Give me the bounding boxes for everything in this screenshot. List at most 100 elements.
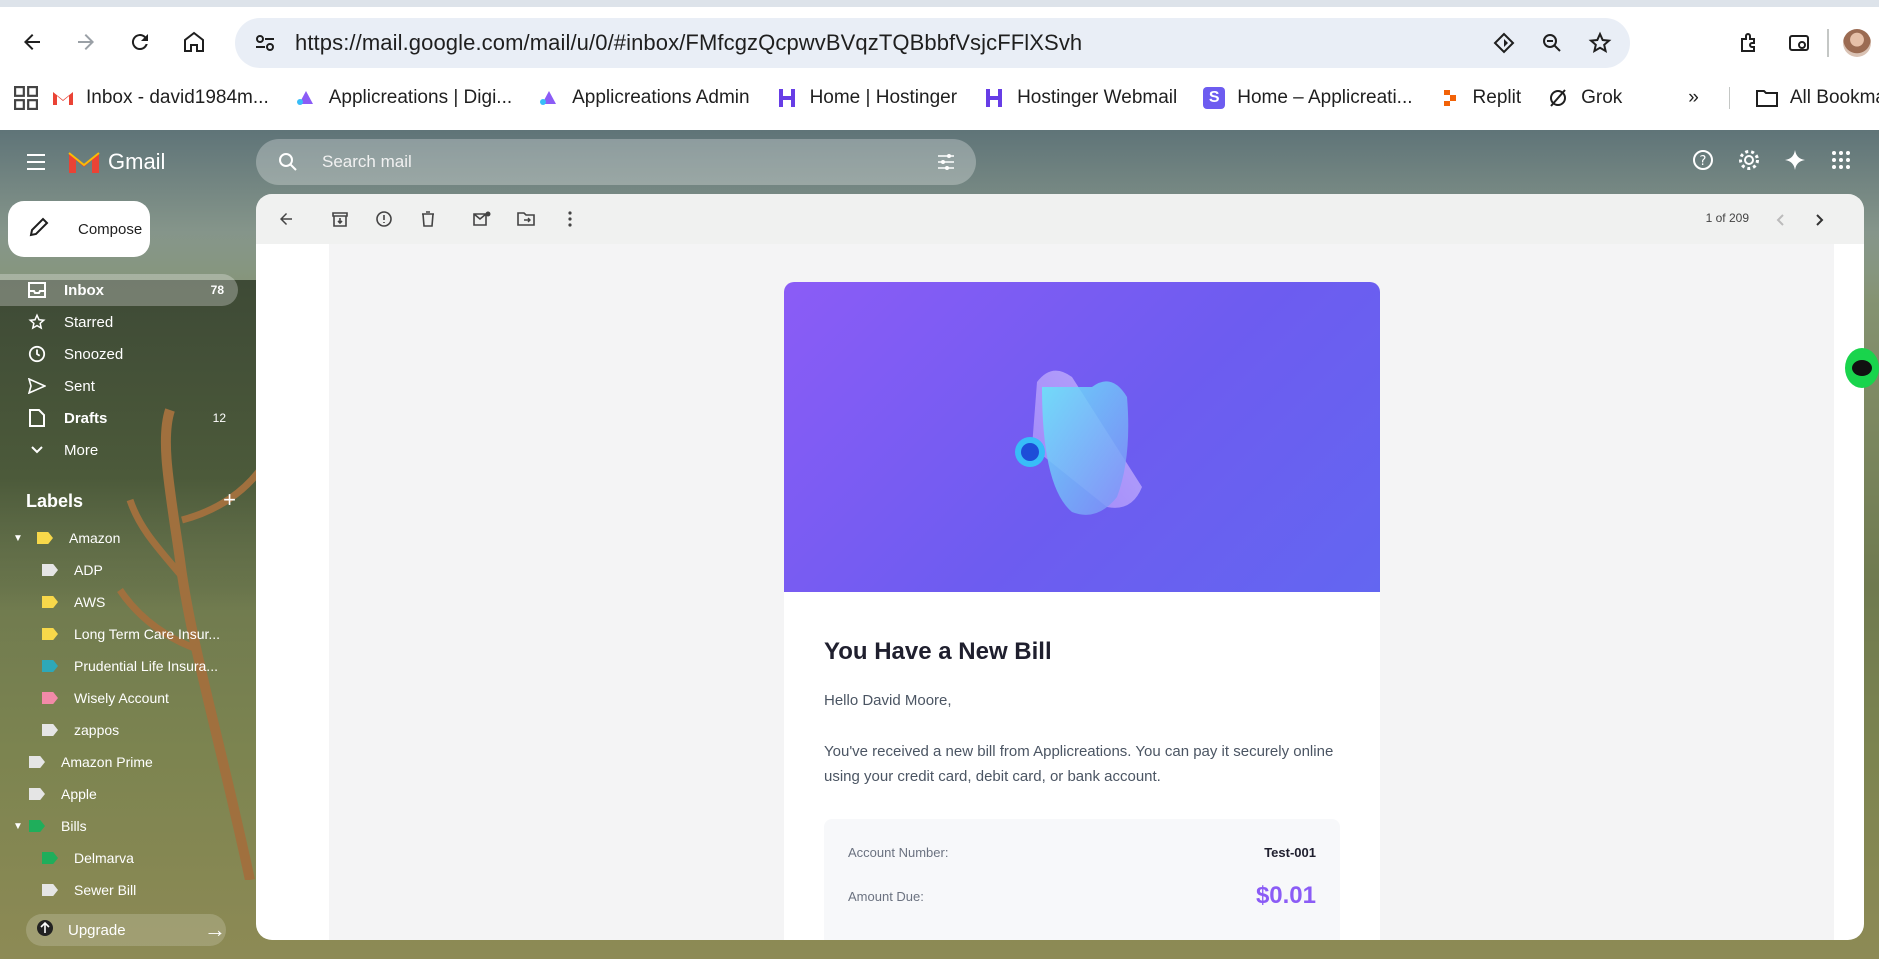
- home-button[interactable]: [172, 20, 216, 64]
- amount-due-value: $0.01: [1255, 882, 1316, 909]
- menu-icon[interactable]: [12, 138, 60, 186]
- label-item-sewer-bill[interactable]: Sewer Bill: [0, 874, 240, 906]
- nav-item-inbox[interactable]: Inbox 78: [0, 274, 238, 306]
- home-icon: [184, 31, 204, 52]
- move-to-icon[interactable]: [506, 199, 546, 239]
- label-item-amazon-prime[interactable]: Amazon Prime: [0, 746, 240, 778]
- email-view: 1 of 209 You Have a New Bill Hello David…: [256, 194, 1864, 940]
- all-bookmarks-button[interactable]: All Bookmarks: [1728, 87, 1879, 109]
- mailbox-nav: Inbox 78 Starred Snoozed Sent Drafts 12 …: [0, 274, 240, 466]
- label-tag-icon: [29, 820, 45, 832]
- archive-icon[interactable]: [320, 199, 360, 239]
- upgrade-icon: [36, 919, 54, 941]
- add-label-icon[interactable]: +: [223, 489, 236, 512]
- browser-chrome: https://mail.google.com/mail/u/0/#inbox/…: [0, 0, 1879, 130]
- label-tag-icon: [42, 692, 58, 704]
- search-bar[interactable]: Search mail: [256, 139, 976, 185]
- pencil-icon: [28, 216, 52, 242]
- bookmark-hostinger-webmail[interactable]: Hostinger Webmail: [983, 87, 1177, 109]
- draft-count: 12: [212, 411, 226, 425]
- site-info-icon[interactable]: [243, 21, 287, 65]
- expand-arrow-icon[interactable]: ▼: [13, 821, 23, 832]
- scrollbar[interactable]: [1853, 330, 1861, 760]
- search-icon[interactable]: [268, 142, 308, 182]
- back-to-inbox-icon[interactable]: [266, 199, 306, 239]
- nav-item-more[interactable]: More: [0, 434, 240, 466]
- more-bookmarks-icon[interactable]: »: [1688, 87, 1699, 109]
- help-icon[interactable]: ?: [1683, 140, 1723, 180]
- label-text: Bills: [61, 818, 87, 834]
- label-item-delmarva[interactable]: Delmarva: [0, 842, 240, 874]
- label-tag-icon: [42, 564, 58, 576]
- account-number-value: Test-001: [1264, 844, 1316, 860]
- label-text: zappos: [74, 722, 120, 738]
- zoom-icon[interactable]: [1532, 23, 1572, 63]
- address-bar[interactable]: https://mail.google.com/mail/u/0/#inbox/…: [235, 18, 1630, 68]
- bookmark-label: Home – Applicreati...: [1237, 87, 1413, 108]
- profile-avatar[interactable]: [1835, 21, 1879, 65]
- label-item-zappos[interactable]: zappos: [0, 714, 240, 746]
- search-input[interactable]: Search mail: [322, 152, 412, 172]
- bookmark-hostinger-home[interactable]: Home | Hostinger: [776, 87, 957, 109]
- older-chevron-icon[interactable]: [1800, 200, 1840, 240]
- mark-unread-icon[interactable]: [462, 199, 502, 239]
- label-item-bills[interactable]: ▼ Bills: [0, 810, 240, 842]
- compose-button[interactable]: Compose: [8, 201, 150, 257]
- gmail-header: Gmail Search mail ?: [0, 130, 1879, 194]
- tab-search-icon[interactable]: [1777, 21, 1821, 65]
- settings-gear-icon[interactable]: [1729, 140, 1769, 180]
- extensions-icon[interactable]: [1727, 21, 1771, 65]
- bookmark-replit[interactable]: Replit: [1439, 87, 1521, 109]
- nav-item-snoozed[interactable]: Snoozed: [0, 338, 240, 370]
- bookmark-applicreations-home[interactable]: S Home – Applicreati...: [1203, 87, 1413, 109]
- back-button[interactable]: [10, 20, 54, 64]
- label-item-adp[interactable]: ADP: [0, 554, 240, 586]
- label-item-long-term-care[interactable]: Long Term Care Insur...: [0, 618, 240, 650]
- label-item-amazon[interactable]: ▼ Amazon: [0, 522, 240, 554]
- label-item-apple[interactable]: Apple: [0, 778, 240, 810]
- bookmark-applicreations-admin[interactable]: Applicreations Admin: [538, 87, 750, 109]
- nav-item-starred[interactable]: Starred: [0, 306, 240, 338]
- lens-icon[interactable]: [1484, 23, 1524, 63]
- bookmark-gmail[interactable]: Inbox - david1984m...: [52, 87, 269, 109]
- draft-icon: [26, 407, 48, 429]
- search-options-icon[interactable]: [926, 142, 966, 182]
- gmail-logo[interactable]: Gmail: [68, 149, 165, 175]
- nav-item-sent[interactable]: Sent: [0, 370, 240, 402]
- more-options-icon[interactable]: [550, 199, 590, 239]
- report-spam-icon[interactable]: [364, 199, 404, 239]
- delete-trash-icon[interactable]: [408, 199, 448, 239]
- bookmark-grok[interactable]: Grok: [1547, 87, 1622, 109]
- arrow-left-icon: [24, 34, 40, 50]
- label-item-prudential[interactable]: Prudential Life Insura...: [0, 650, 240, 682]
- arrow-right-icon[interactable]: →: [204, 917, 226, 943]
- google-apps-icon[interactable]: [1821, 140, 1861, 180]
- newer-chevron-icon[interactable]: [1760, 200, 1800, 240]
- expand-arrow-icon[interactable]: ▼: [13, 533, 23, 544]
- label-item-wisely[interactable]: Wisely Account: [0, 682, 240, 714]
- inbox-icon: [26, 279, 48, 301]
- replit-icon: [1439, 87, 1461, 109]
- gemini-sparkle-icon[interactable]: [1775, 140, 1815, 180]
- label-text: ADP: [74, 562, 103, 578]
- unread-count: 78: [210, 283, 224, 297]
- nav-item-drafts[interactable]: Drafts 12: [0, 402, 240, 434]
- nav-label: Inbox: [64, 281, 104, 299]
- bookmark-star-icon[interactable]: [1580, 23, 1620, 63]
- bookmarks-bar: Inbox - david1984m... Applicreations | D…: [0, 78, 1879, 118]
- upgrade-button[interactable]: Upgrade →: [26, 914, 226, 946]
- forward-button[interactable]: [64, 20, 108, 64]
- label-text: Long Term Care Insur...: [74, 626, 221, 642]
- label-item-aws[interactable]: AWS: [0, 586, 240, 618]
- url-text[interactable]: https://mail.google.com/mail/u/0/#inbox/…: [295, 30, 1082, 56]
- account-number-row: Account Number: Test-001: [848, 841, 1316, 863]
- reload-button[interactable]: [118, 20, 162, 64]
- label-text: AWS: [74, 594, 106, 610]
- s-icon: S: [1203, 87, 1226, 109]
- amount-due-label: Amount Due:: [848, 888, 924, 904]
- label-tag-icon: [42, 628, 58, 640]
- apps-grid-icon[interactable]: [14, 76, 38, 120]
- bookmark-applicreations[interactable]: Applicreations | Digi...: [295, 87, 512, 109]
- label-tag-icon: [42, 884, 58, 896]
- nav-label: Snoozed: [64, 345, 124, 363]
